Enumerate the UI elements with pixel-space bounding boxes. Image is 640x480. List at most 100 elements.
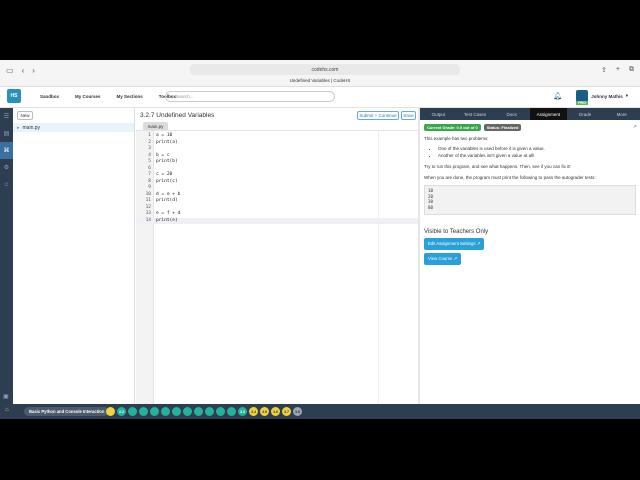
edit-assignment-settings-button[interactable]: Edit Assignment Settings ↗ <box>424 238 485 250</box>
course-progress-bar: ⌂ Basic Python and Console Interaction ›… <box>0 404 640 419</box>
tab-docs[interactable]: Docs <box>493 108 530 120</box>
rail-code-icon[interactable]: ⌘ <box>0 142 13 159</box>
address-bar[interactable]: codehs.com <box>190 64 460 75</box>
submit-continue-button[interactable]: Submit + Continue <box>357 111 399 120</box>
sidebar-toggle-icon[interactable]: ▭ <box>6 66 14 75</box>
code-line[interactable]: 14 print(e) <box>136 217 418 224</box>
new-file-button[interactable]: New <box>17 111 33 120</box>
browser-chrome: ▭ ‹ › codehs.com ⇪ + ⧉ Undefined Variabl… <box>0 60 640 87</box>
assignment-instructions: Try to run this program, and see what ha… <box>424 164 571 169</box>
file-icon: ▸ <box>17 124 20 131</box>
lesson-dot[interactable] <box>227 407 236 416</box>
lesson-dot[interactable] <box>139 407 148 416</box>
lesson-dot[interactable] <box>216 407 225 416</box>
course-name: Basic Python and Console Interaction <box>29 409 105 414</box>
avatar[interactable]: PRO <box>576 90 589 105</box>
save-label: Save <box>403 113 414 118</box>
user-menu[interactable]: PRO Johnny Mathis ▾ <box>576 90 628 105</box>
url-text: codehs.com <box>311 66 339 73</box>
tab-title[interactable]: Undefined Variables | CodeHS <box>0 78 640 83</box>
line-number: 14 <box>145 217 151 223</box>
lesson-dot[interactable]: 3.5 <box>260 407 269 416</box>
rail-files-icon[interactable]: ▤ <box>0 125 13 142</box>
rail-menu-icon[interactable]: ☰ <box>0 108 13 125</box>
save-button[interactable]: Save <box>401 111 416 120</box>
external-link-icon: ↗ <box>476 241 481 246</box>
editor-header: 3.2.7 Undefined Variables Submit + Conti… <box>136 108 418 128</box>
app-header: HS Sandbox My Courses My Sections Toolbo… <box>0 87 640 108</box>
course-name-pill[interactable]: Basic Python and Console Interaction <box>24 407 110 416</box>
lesson-dot[interactable]: 3.8 <box>293 407 302 416</box>
search-input[interactable]: ⌕ Search... <box>165 91 335 102</box>
tab-grade[interactable]: Grade <box>567 108 604 120</box>
new-file-label: New <box>20 113 30 118</box>
back-icon[interactable]: ‹ <box>22 66 25 75</box>
tab-test-cases[interactable]: Test Cases <box>457 108 494 120</box>
search-icon: ⌕ <box>170 94 173 99</box>
lesson-dot[interactable] <box>161 407 170 416</box>
new-tab-icon[interactable]: + <box>616 66 620 74</box>
app-window: ▭ ‹ › codehs.com ⇪ + ⧉ Undefined Variabl… <box>0 60 640 419</box>
browser-controls-right: ⇪ + ⧉ <box>601 66 634 74</box>
browser-controls-left: ▭ ‹ › <box>6 66 35 75</box>
file-panel: New ▸ main.py <box>13 108 135 404</box>
rail-collapse-icon[interactable]: ▣ <box>3 393 9 400</box>
external-link-icon[interactable]: ↗ <box>633 124 637 130</box>
submit-continue-label: Submit + Continue <box>359 113 397 118</box>
search-placeholder: Search... <box>175 94 194 99</box>
file-name: main.py <box>22 124 41 131</box>
editor-file-tab-label: main.py <box>147 123 164 129</box>
lesson-dot[interactable] <box>205 407 214 416</box>
codehs-logo[interactable]: HS <box>7 89 21 103</box>
problem-list: One of the variables is used before it i… <box>438 146 636 159</box>
view-course-label: View Course <box>428 256 453 261</box>
lesson-dot[interactable]: 3.7 <box>282 407 291 416</box>
user-name: Johnny Mathis <box>591 93 623 99</box>
nav-sandbox[interactable]: Sandbox <box>32 94 67 99</box>
pro-badge: PRO <box>576 101 588 105</box>
tab-output[interactable]: Output <box>420 108 457 120</box>
expected-output-box: 10 20 30 80 <box>424 185 636 215</box>
problem-item: Another of the variables isn't given a v… <box>438 153 636 160</box>
rail-settings-icon[interactable]: ⚙ <box>0 159 13 176</box>
chevron-down-icon: ▾ <box>625 93 628 98</box>
lesson-dot[interactable]: 3.4 <box>249 407 258 416</box>
assignment-pane: Current Grade: 0.0 out of 0 Status: Fina… <box>420 120 640 404</box>
assignment-intro: This example has two problems: <box>424 136 489 141</box>
home-icon[interactable]: ⌂ <box>5 407 9 413</box>
lesson-dot[interactable] <box>150 407 159 416</box>
badge-row: Current Grade: 0.0 out of 0 Status: Fina… <box>424 124 636 131</box>
forward-icon[interactable]: › <box>32 66 35 75</box>
lesson-dot[interactable]: 3.3 <box>238 407 247 416</box>
share-icon[interactable]: ⇪ <box>601 66 607 74</box>
lesson-dot[interactable]: 2.2 <box>117 407 126 416</box>
editor-file-tab[interactable]: main.py <box>143 122 168 130</box>
nav-my-sections[interactable]: My Sections <box>109 94 151 99</box>
expected-output-line: 80 <box>428 204 434 210</box>
nav-my-courses[interactable]: My Courses <box>67 94 109 99</box>
tabs-overview-icon[interactable]: ⧉ <box>629 66 634 74</box>
rail-users-icon[interactable]: ☺ <box>0 176 13 193</box>
left-rail: ☰ ▤ ⌘ ⚙ ☺ ▣ <box>0 108 13 404</box>
view-course-button[interactable]: View Course ↗ <box>424 253 462 265</box>
file-item-main-py[interactable]: ▸ main.py <box>13 123 134 132</box>
lesson-dot[interactable] <box>172 407 181 416</box>
external-link-icon: ↗ <box>453 256 458 261</box>
lesson-dot[interactable] <box>106 407 115 416</box>
code-editor[interactable]: 1a = 10 2 print(a) 3 4 b = c 5 print(b) 6 7 c = 20… <box>136 130 418 405</box>
lesson-dot[interactable]: 3.6 <box>271 407 280 416</box>
chevron-right-icon[interactable]: › <box>98 408 100 414</box>
grade-badge: Current Grade: 0.0 out of 0 <box>424 124 481 131</box>
tab-more[interactable]: More <box>603 108 640 120</box>
lesson-dot[interactable] <box>128 407 137 416</box>
tab-assignment[interactable]: Assignment <box>530 108 567 120</box>
edit-assignment-settings-label: Edit Assignment Settings <box>428 241 476 246</box>
main-nav: Sandbox My Courses My Sections Toolbox <box>32 94 184 99</box>
notification-icon[interactable]: 🔔︎ <box>553 92 562 100</box>
status-badge: Status: Finalized <box>483 124 522 131</box>
exercise-title: 3.2.7 Undefined Variables <box>140 112 215 119</box>
autograder-text: When you are done, the program must prin… <box>424 175 596 180</box>
lesson-dot[interactable] <box>194 407 203 416</box>
lesson-dot[interactable] <box>183 407 192 416</box>
right-panel-tabs: Output Test Cases Docs Assignment Grade … <box>420 108 640 120</box>
